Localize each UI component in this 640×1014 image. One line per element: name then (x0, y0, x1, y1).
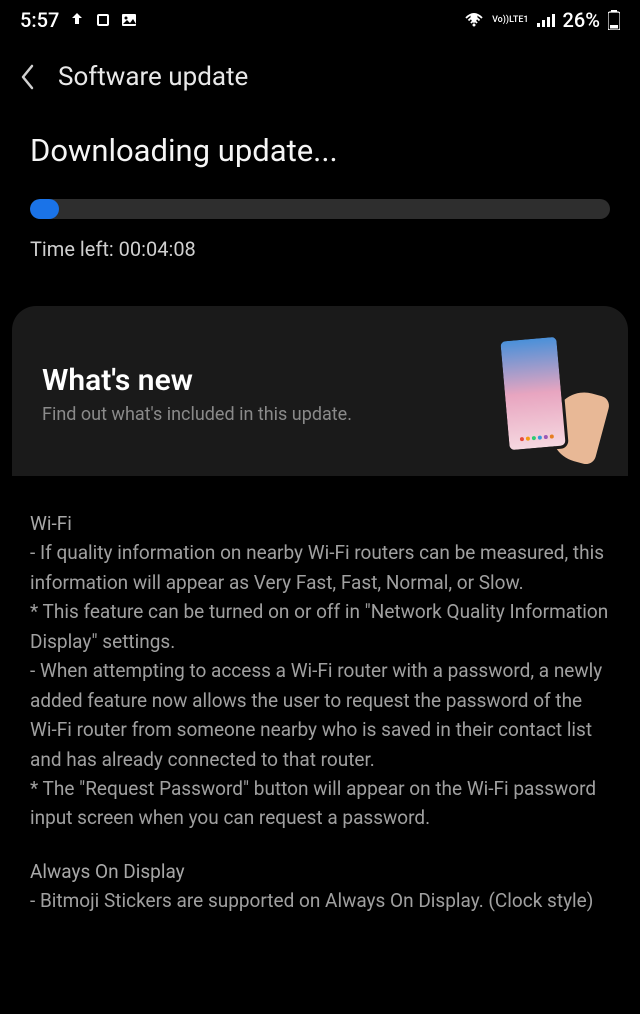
changelog: Wi-Fi - If quality information on nearby… (0, 476, 640, 941)
app-header: Software update (0, 40, 640, 122)
signal-icon (537, 13, 555, 27)
page-title: Software update (58, 62, 248, 92)
download-section: Downloading update... Time left: 00:04:0… (0, 122, 640, 286)
changelog-section: Always On Display - Bitmoji Stickers are… (30, 857, 610, 916)
changelog-line: * The "Request Password" button will app… (30, 774, 610, 833)
progress-bar (30, 199, 610, 219)
whats-new-title: What's new (42, 363, 448, 398)
changelog-line: * This feature can be turned on or off i… (30, 597, 610, 656)
time-left-label: Time left: 00:04:08 (30, 237, 610, 261)
progress-fill (30, 199, 59, 219)
changelog-heading: Always On Display (30, 857, 610, 886)
phone-illustration (468, 336, 598, 451)
changelog-line: - When attempting to access a Wi-Fi rout… (30, 656, 610, 774)
status-time: 5:57 (20, 8, 59, 32)
back-button[interactable] (20, 64, 34, 90)
image-icon (121, 12, 137, 28)
download-status-title: Downloading update... (30, 132, 610, 169)
wifi-icon (464, 12, 484, 28)
status-bar: 5:57 Vo))LTE1 26% (0, 0, 640, 40)
battery-percent: 26% (563, 8, 600, 32)
notification-icon-2 (95, 12, 111, 28)
whats-new-card[interactable]: What's new Find out what's included in t… (12, 306, 628, 476)
whats-new-subtitle: Find out what's included in this update. (42, 404, 448, 425)
battery-icon (608, 10, 620, 30)
changelog-line: - Bitmoji Stickers are supported on Alwa… (30, 886, 610, 915)
changelog-line: - If quality information on nearby Wi-Fi… (30, 538, 610, 597)
changelog-heading: Wi-Fi (30, 509, 610, 538)
lte-indicator: Vo))LTE1 (492, 16, 528, 25)
notification-icon-1 (69, 12, 85, 28)
changelog-section: Wi-Fi - If quality information on nearby… (30, 509, 610, 833)
